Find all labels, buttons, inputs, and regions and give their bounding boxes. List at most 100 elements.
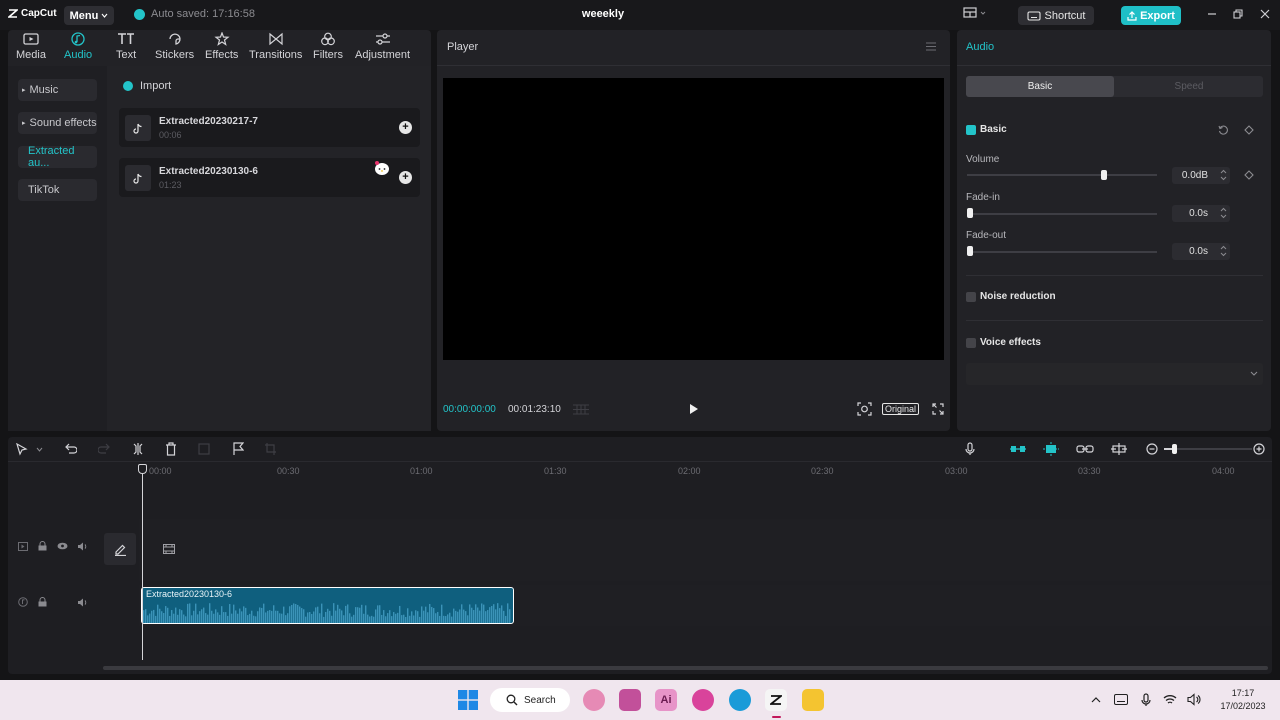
tab-basic[interactable]: Basic — [966, 76, 1114, 97]
stepper-icon[interactable] — [1220, 169, 1227, 181]
tab-text[interactable]: Text — [116, 32, 136, 61]
import-button[interactable]: Import — [123, 80, 171, 92]
timeline-scrollbar[interactable] — [103, 666, 1268, 670]
edit-cover-button[interactable] — [104, 533, 136, 565]
fadeout-slider[interactable] — [967, 251, 1157, 253]
windows-start-icon[interactable] — [458, 690, 478, 710]
photos-app-icon[interactable] — [583, 689, 605, 711]
undo-icon[interactable] — [64, 443, 77, 455]
waveform-bar — [161, 611, 163, 623]
volume-slider-handle[interactable] — [1100, 170, 1107, 180]
speaker-icon[interactable] — [77, 598, 88, 607]
lock-icon[interactable] — [38, 597, 47, 607]
sidebar-item-sound-effects[interactable]: ▸ Sound effects — [18, 112, 97, 134]
delete-icon[interactable] — [165, 442, 177, 456]
playhead-handle[interactable] — [138, 464, 147, 474]
playhead[interactable] — [142, 470, 143, 660]
volume-icon[interactable] — [1187, 693, 1201, 706]
voice-effects-checkbox[interactable] — [966, 338, 976, 348]
crop-icon[interactable] — [264, 442, 276, 456]
sidebar-item-music[interactable]: ▸ Music — [18, 79, 97, 101]
keyboard-icon[interactable] — [1114, 694, 1128, 705]
add-to-timeline-icon[interactable]: + — [399, 171, 412, 184]
taskbar-clock[interactable]: 17:17 17/02/2023 — [1210, 687, 1276, 713]
project-title[interactable]: weeekly — [540, 8, 666, 20]
volume-slider[interactable] — [967, 174, 1157, 176]
marker-icon[interactable] — [232, 442, 244, 456]
noise-reduction-checkbox[interactable] — [966, 292, 976, 302]
waveform-bar — [393, 612, 395, 623]
zoom-slider-handle[interactable] — [1172, 444, 1177, 454]
vector-app-icon[interactable] — [619, 689, 641, 711]
audio-clip-name: Extracted20230130-6 — [146, 589, 233, 599]
add-to-timeline-icon[interactable]: + — [399, 121, 412, 134]
audio-clip[interactable]: Extracted20230130-6 — [141, 587, 514, 624]
screenshot-icon[interactable] — [857, 402, 872, 416]
menu-button[interactable]: Menu — [64, 6, 114, 25]
reset-icon[interactable] — [1218, 125, 1228, 135]
play-icon[interactable] — [689, 403, 699, 415]
microphone-icon[interactable] — [1141, 693, 1151, 707]
timeline-zoom-icon[interactable] — [572, 404, 590, 415]
zoom-slider[interactable] — [1164, 448, 1252, 450]
wifi-icon[interactable] — [1163, 693, 1177, 706]
chevron-down-icon[interactable] — [36, 447, 43, 452]
tab-adjustment[interactable]: Adjustment — [355, 32, 410, 61]
tab-audio[interactable]: Audio — [64, 32, 92, 61]
voice-effects-dropdown[interactable] — [966, 363, 1263, 385]
chevron-up-icon[interactable] — [1091, 696, 1101, 703]
microphone-icon[interactable] — [965, 442, 975, 456]
preview-axis-icon[interactable] — [1110, 442, 1128, 456]
sidebar-item-extracted-audio[interactable]: Extracted au... — [18, 145, 97, 169]
select-cursor-icon[interactable] — [16, 443, 28, 456]
fadein-slider[interactable] — [967, 213, 1157, 215]
layout-button[interactable] — [963, 7, 986, 18]
waveform-bar — [311, 613, 313, 623]
video-preview[interactable] — [443, 78, 944, 360]
main-track-magnet-icon[interactable] — [1009, 443, 1027, 455]
illustrator-app-icon[interactable]: Ai — [655, 689, 677, 711]
tab-effects[interactable]: Effects — [205, 32, 238, 61]
zoom-out-icon[interactable] — [1146, 443, 1158, 455]
tab-transitions[interactable]: Transitions — [249, 32, 302, 61]
audio-item[interactable]: Extracted20230130-6 01:23 + — [119, 158, 420, 197]
split-icon[interactable] — [132, 442, 144, 456]
shortcut-button[interactable]: Shortcut — [1018, 6, 1094, 25]
zoom-in-icon[interactable] — [1253, 443, 1265, 455]
edge-browser-icon[interactable] — [729, 689, 751, 711]
stepper-icon[interactable] — [1220, 207, 1227, 219]
restore-icon[interactable] — [1233, 9, 1243, 19]
chevron-down-icon[interactable] — [1250, 371, 1258, 376]
fullscreen-icon[interactable] — [932, 403, 944, 415]
link-icon[interactable] — [1076, 443, 1094, 455]
minimize-icon[interactable] — [1207, 9, 1217, 19]
taskbar-search[interactable]: Search — [490, 688, 570, 712]
tab-stickers[interactable]: Stickers — [155, 32, 194, 61]
fadein-slider-handle[interactable] — [967, 208, 973, 218]
tab-speed[interactable]: Speed — [1115, 76, 1263, 97]
eye-icon[interactable] — [57, 542, 68, 550]
ratio-button[interactable]: Original — [882, 403, 920, 415]
close-icon[interactable] — [1260, 9, 1270, 19]
basic-checkbox[interactable] — [966, 125, 976, 135]
sidebar-item-tiktok[interactable]: TikTok — [18, 179, 97, 201]
audio-item[interactable]: Extracted20230217-7 00:06 + — [119, 108, 420, 147]
tab-media[interactable]: Media — [16, 32, 46, 61]
main-video-track[interactable] — [139, 519, 1272, 581]
redo-icon[interactable] — [98, 443, 111, 455]
keyframe-icon[interactable] — [1244, 125, 1254, 135]
fadeout-slider-handle[interactable] — [967, 246, 973, 256]
stepper-icon[interactable] — [1220, 245, 1227, 257]
freeze-icon[interactable] — [198, 442, 210, 456]
lock-icon[interactable] — [38, 541, 47, 551]
tab-filters[interactable]: Filters — [313, 32, 343, 61]
discord-app-icon[interactable] — [692, 689, 714, 711]
auto-snap-icon[interactable] — [1043, 442, 1059, 456]
capcut-app-icon[interactable] — [765, 689, 787, 711]
export-button[interactable]: Export — [1121, 6, 1181, 25]
file-explorer-icon[interactable] — [802, 689, 824, 711]
keyframe-icon[interactable] — [1244, 170, 1254, 180]
hamburger-icon[interactable] — [926, 42, 936, 51]
speaker-icon[interactable] — [77, 542, 88, 551]
cover-icon[interactable] — [18, 542, 28, 551]
